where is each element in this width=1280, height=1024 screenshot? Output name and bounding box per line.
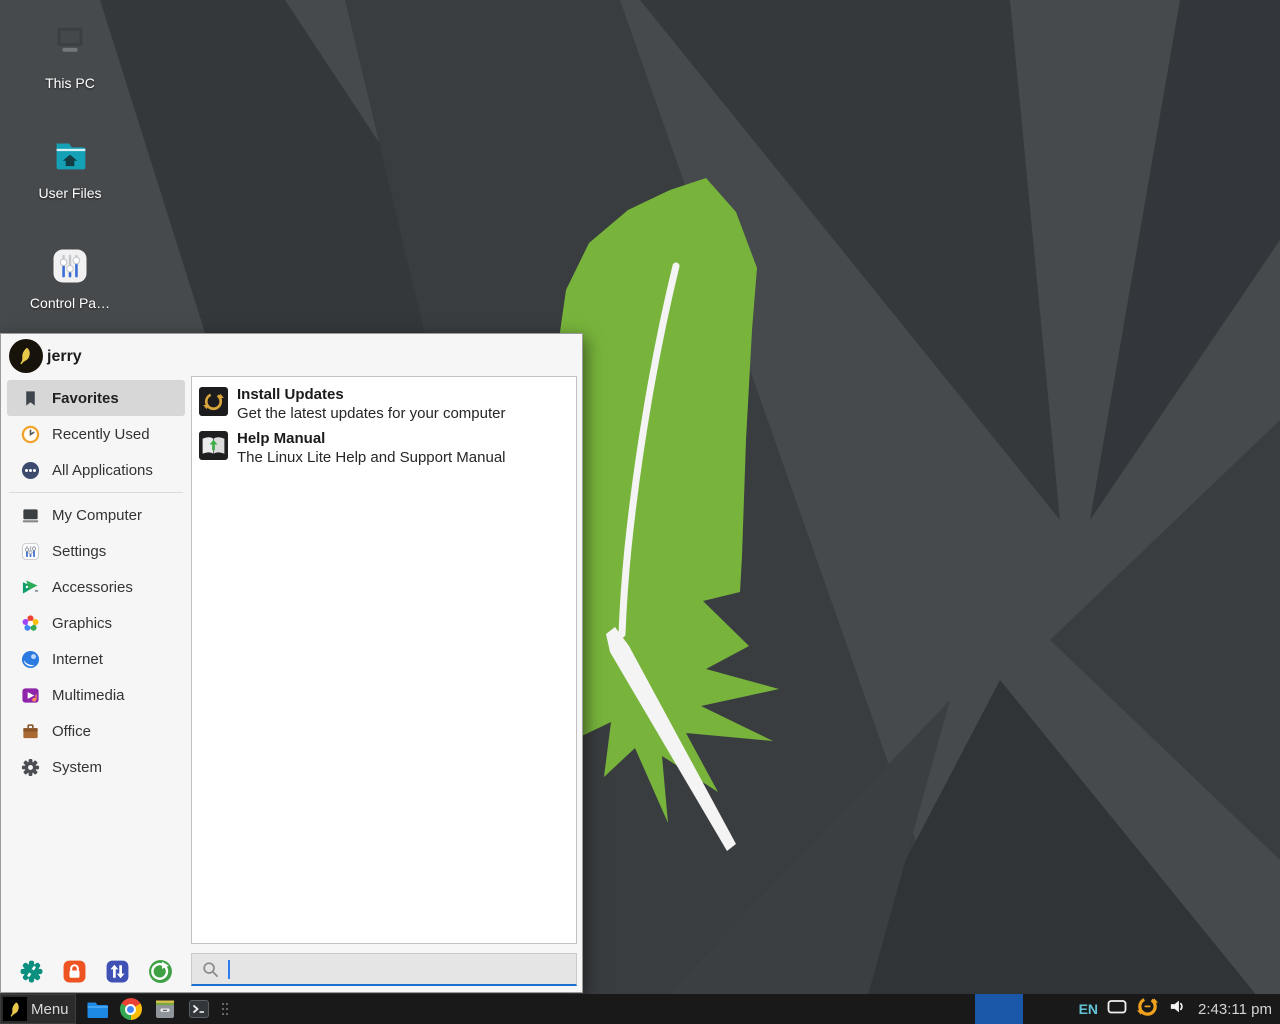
chrome-launcher[interactable] <box>118 996 144 1022</box>
system-gear-icon <box>20 757 40 777</box>
username: jerry <box>47 334 82 378</box>
office-briefcase-icon <box>20 721 40 741</box>
lock-screen-icon <box>62 959 87 984</box>
sidebar-item-all-applications[interactable]: All Applications <box>7 452 185 488</box>
whisker-menu: jerry Favorites Recently Used <box>0 333 583 993</box>
lock-screen-button[interactable] <box>61 958 87 984</box>
sidebar-item-internet[interactable]: Internet <box>7 641 185 677</box>
multimedia-icon <box>20 685 40 705</box>
desktop-icon-label: User Files <box>10 185 130 201</box>
file-manager-launcher[interactable] <box>84 996 110 1022</box>
terminal-icon <box>187 997 211 1021</box>
sidebar-item-label: Favorites <box>52 390 119 407</box>
desktop-icon-control-panel[interactable]: Control Pa… <box>10 242 130 311</box>
home-folder-icon <box>10 132 130 180</box>
user-avatar[interactable] <box>9 339 43 373</box>
linux-lite-logo-icon <box>3 997 27 1021</box>
menu-button-label: Menu <box>31 1001 69 1018</box>
sidebar-item-label: Internet <box>52 651 103 668</box>
sidebar-item-office[interactable]: Office <box>7 713 185 749</box>
volume-icon[interactable] <box>1168 997 1187 1021</box>
bookmark-icon <box>20 388 40 408</box>
archive-launcher[interactable] <box>152 996 178 1022</box>
desktop-icon-label: Control Pa… <box>10 295 130 311</box>
sidebar-item-label: Graphics <box>52 615 112 632</box>
desktop: This PC User Files <box>0 0 1280 1024</box>
internet-globe-icon <box>20 649 40 669</box>
file-manager-icon <box>85 997 109 1021</box>
control-panel-icon <box>10 242 130 290</box>
recent-clock-icon <box>20 424 40 444</box>
system-tray: EN 2:43:11 pm <box>1079 995 1280 1023</box>
logout-icon <box>148 959 173 984</box>
install-updates-icon <box>199 387 228 416</box>
display-icon[interactable] <box>1107 999 1127 1020</box>
menu-button[interactable]: Menu <box>0 994 76 1024</box>
result-title: Install Updates <box>237 385 505 404</box>
sidebar-item-graphics[interactable]: Graphics <box>7 605 185 641</box>
archive-icon <box>153 997 177 1021</box>
desktop-icon-this-pc[interactable]: This PC <box>10 22 130 91</box>
sidebar-item-my-computer[interactable]: My Computer <box>7 497 185 533</box>
settings-manager-icon <box>19 959 44 984</box>
update-notifier-icon[interactable] <box>1136 995 1159 1023</box>
feather-icon <box>15 345 37 367</box>
sidebar-item-recently-used[interactable]: Recently Used <box>7 416 185 452</box>
menu-search-field[interactable] <box>191 953 577 986</box>
logout-button[interactable] <box>148 958 174 984</box>
sidebar-item-multimedia[interactable]: Multimedia <box>7 677 185 713</box>
workspace-switcher[interactable] <box>975 994 1023 1024</box>
result-title: Help Manual <box>237 429 506 448</box>
help-manual-icon <box>199 431 228 460</box>
sidebar-item-label: Recently Used <box>52 426 150 443</box>
result-description: Get the latest updates for your computer <box>237 404 505 423</box>
sidebar-separator <box>9 492 183 493</box>
menu-sidebar: Favorites Recently Used <box>1 380 191 785</box>
computer-icon <box>10 22 130 70</box>
settings-manager-button[interactable] <box>18 958 44 984</box>
settings-sliders-icon <box>20 541 40 561</box>
menu-action-bar <box>1 956 191 986</box>
switch-user-button[interactable] <box>105 958 131 984</box>
desktop-icon-user-files[interactable]: User Files <box>10 132 130 201</box>
sidebar-item-label: All Applications <box>52 462 153 479</box>
sidebar-item-label: Settings <box>52 543 106 560</box>
grip-dots-icon <box>220 998 230 1020</box>
all-applications-icon <box>20 460 40 480</box>
keyboard-layout-indicator[interactable]: EN <box>1079 1001 1098 1017</box>
sidebar-item-system[interactable]: System <box>7 749 185 785</box>
desktop-icon-label: This PC <box>10 75 130 91</box>
text-caret <box>228 960 230 979</box>
search-icon <box>202 961 219 978</box>
menu-item-install-updates[interactable]: Install Updates Get the latest updates f… <box>197 382 571 426</box>
result-description: The Linux Lite Help and Support Manual <box>237 448 506 467</box>
sidebar-item-accessories[interactable]: Accessories <box>7 569 185 605</box>
sidebar-item-label: System <box>52 759 102 776</box>
chrome-icon <box>120 998 142 1020</box>
panel-handle[interactable] <box>220 998 230 1020</box>
sidebar-item-label: Accessories <box>52 579 133 596</box>
clock[interactable]: 2:43:11 pm <box>1196 1001 1272 1018</box>
computer-icon <box>20 505 40 525</box>
sidebar-item-favorites[interactable]: Favorites <box>7 380 185 416</box>
menu-results-panel: Install Updates Get the latest updates f… <box>191 376 577 944</box>
sidebar-item-label: Multimedia <box>52 687 125 704</box>
menu-header: jerry <box>1 334 582 378</box>
search-input[interactable] <box>239 961 576 978</box>
switch-user-icon <box>105 959 130 984</box>
terminal-launcher[interactable] <box>186 996 212 1022</box>
accessories-icon <box>20 577 40 597</box>
sidebar-item-settings[interactable]: Settings <box>7 533 185 569</box>
sidebar-item-label: My Computer <box>52 507 142 524</box>
menu-item-help-manual[interactable]: Help Manual The Linux Lite Help and Supp… <box>197 426 571 470</box>
sidebar-item-label: Office <box>52 723 91 740</box>
graphics-icon <box>20 613 40 633</box>
taskbar: Menu <box>0 994 1280 1024</box>
